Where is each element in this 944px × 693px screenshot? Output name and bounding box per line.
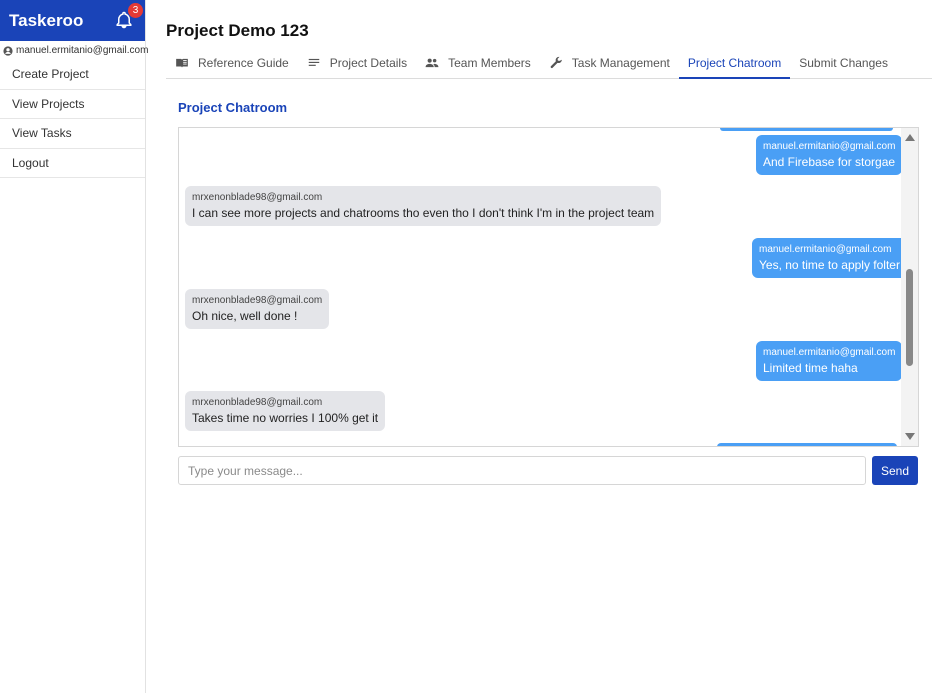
app-logo: Taskeroo bbox=[9, 10, 84, 30]
book-icon bbox=[176, 58, 188, 68]
lines-icon bbox=[308, 58, 319, 66]
message-bubble: manuel.ermitanio@gmail.com Limited time … bbox=[756, 341, 903, 381]
user-icon bbox=[3, 45, 13, 56]
message-sender: mrxenonblade98@gmail.com bbox=[192, 192, 323, 203]
page-title: Project Demo 123 bbox=[166, 21, 309, 40]
tab-team-members[interactable]: Team Members bbox=[416, 48, 540, 78]
message-text: Oh nice, well done ! bbox=[192, 309, 298, 323]
tab-label: Project Details bbox=[329, 56, 408, 70]
wrench-icon bbox=[550, 56, 562, 69]
message-text: I can see more projects and chatrooms th… bbox=[192, 206, 655, 220]
message-sender: mrxenonblade98@gmail.com bbox=[192, 295, 323, 306]
message-sender: manuel.ermitanio@gmail.com bbox=[763, 141, 896, 152]
scroll-thumb[interactable] bbox=[906, 269, 913, 366]
tab-label: Task Management bbox=[571, 56, 670, 70]
brand-bar: Taskeroo 3 bbox=[0, 0, 145, 41]
sidebar-item-view-tasks[interactable]: View Tasks bbox=[0, 119, 145, 149]
message-sender: manuel.ermitanio@gmail.com bbox=[763, 347, 896, 358]
message-bubble: mrxenonblade98@gmail.com Oh nice, well d… bbox=[185, 289, 330, 329]
tab-task-management[interactable]: Task Management bbox=[540, 48, 679, 78]
sidebar-item-logout[interactable]: Logout bbox=[0, 149, 145, 178]
people-icon bbox=[425, 58, 439, 68]
sidebar-item-view-projects[interactable]: View Projects bbox=[0, 90, 145, 119]
message-text: Limited time haha bbox=[763, 361, 858, 375]
send-button[interactable]: Send bbox=[872, 456, 918, 485]
tab-project-details[interactable]: Project Details bbox=[298, 48, 416, 78]
tab-bar: Reference Guide Project Details Team Mem… bbox=[166, 48, 932, 79]
message-bubble: manuel.ermitanio@gmail.com And Firebase … bbox=[756, 135, 903, 175]
tab-label: Reference Guide bbox=[198, 56, 289, 70]
message-composer: Send bbox=[178, 456, 919, 486]
sidebar: Taskeroo 3 manuel.ermitanio@gmail.com Cr… bbox=[0, 0, 149, 693]
message-text: Yes, no time to apply folter bbox=[759, 258, 900, 272]
message-sender: manuel.ermitanio@gmail.com bbox=[759, 244, 892, 255]
tab-project-chatroom[interactable]: Project Chatroom bbox=[678, 48, 791, 79]
message-bubble-partial bbox=[720, 128, 893, 131]
current-user: manuel.ermitanio@gmail.com bbox=[0, 41, 149, 60]
main-content: Project Demo 123 Reference Guide Project… bbox=[146, 0, 944, 693]
chat-message-list[interactable]: manuel.ermitanio@gmail.com And Firebase … bbox=[178, 127, 919, 447]
message-text: And Firebase for storgae bbox=[763, 155, 896, 169]
chatroom-heading: Project Chatroom bbox=[178, 100, 288, 115]
scroll-up-arrow-icon[interactable] bbox=[905, 134, 915, 141]
message-sender: mrxenonblade98@gmail.com bbox=[192, 397, 323, 408]
tab-submit-changes[interactable]: Submit Changes bbox=[790, 48, 897, 78]
notifications-button[interactable]: 3 bbox=[115, 2, 143, 31]
message-bubble: mrxenonblade98@gmail.com Takes time no w… bbox=[185, 391, 386, 431]
user-email: manuel.ermitanio@gmail.com bbox=[16, 45, 149, 56]
message-bubble: mrxenonblade98@gmail.com I can see more … bbox=[185, 186, 662, 226]
scroll-down-arrow-icon[interactable] bbox=[905, 433, 915, 440]
tab-reference-guide[interactable]: Reference Guide bbox=[166, 48, 298, 78]
message-bubble-partial bbox=[717, 443, 897, 446]
message-text: Takes time no worries I 100% get it bbox=[192, 411, 379, 425]
message-bubble: manuel.ermitanio@gmail.com Yes, no time … bbox=[752, 238, 907, 278]
sidebar-item-create-project[interactable]: Create Project bbox=[0, 60, 145, 90]
tab-label: Team Members bbox=[448, 56, 531, 70]
chat-scrollbar[interactable] bbox=[901, 128, 918, 446]
notification-badge: 3 bbox=[128, 2, 143, 18]
message-input[interactable] bbox=[178, 456, 866, 485]
